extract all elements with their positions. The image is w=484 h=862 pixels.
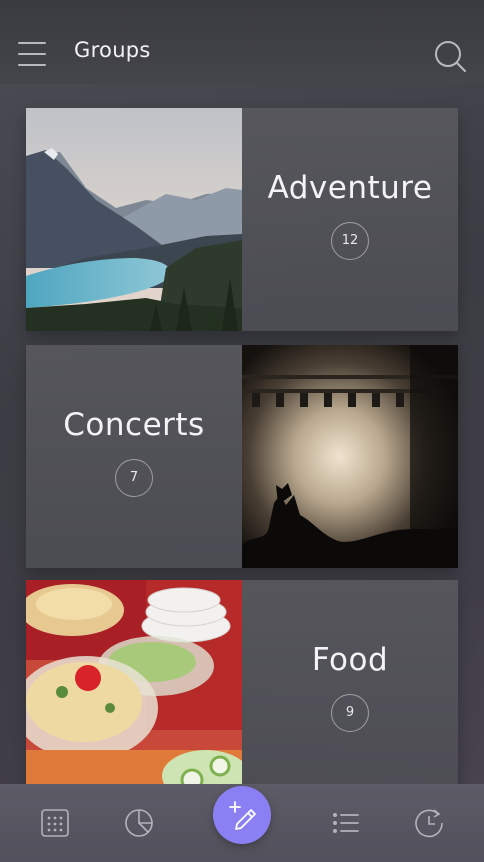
group-name: Adventure <box>267 169 433 206</box>
app-header: Groups <box>0 0 484 84</box>
group-name: Food <box>311 641 389 678</box>
group-count-badge: 12 <box>331 221 369 260</box>
page-title: Groups <box>74 38 151 62</box>
group-card-adventure[interactable]: Adventure 12 <box>26 108 458 331</box>
adventure-image <box>26 108 242 331</box>
food-info: Food 9 <box>242 580 458 803</box>
compose-icon <box>229 801 256 830</box>
search-button[interactable] <box>432 38 468 74</box>
group-name: Concerts <box>63 406 205 443</box>
group-count-badge: 9 <box>331 693 369 732</box>
tab-history[interactable] <box>412 806 446 840</box>
group-card-food[interactable]: Food 9 <box>26 580 458 803</box>
group-count-badge: 7 <box>115 458 153 497</box>
list-icon <box>333 813 359 833</box>
tab-list[interactable] <box>328 806 362 840</box>
history-icon <box>415 809 443 838</box>
tab-calendar[interactable] <box>38 806 72 840</box>
menu-button[interactable] <box>18 42 46 66</box>
calendar-icon <box>41 809 69 837</box>
tab-stats[interactable] <box>122 806 156 840</box>
bottom-tab-bar <box>0 784 484 862</box>
group-card-concerts[interactable]: Concerts 7 <box>26 345 458 568</box>
pie-chart-icon <box>125 809 153 837</box>
concerts-info: Concerts 7 <box>26 345 242 568</box>
concerts-image <box>242 345 458 568</box>
food-image <box>26 580 242 803</box>
search-icon <box>435 41 466 72</box>
hamburger-menu-icon <box>18 42 46 44</box>
adventure-info: Adventure 12 <box>242 108 458 331</box>
compose-button[interactable] <box>213 786 271 844</box>
